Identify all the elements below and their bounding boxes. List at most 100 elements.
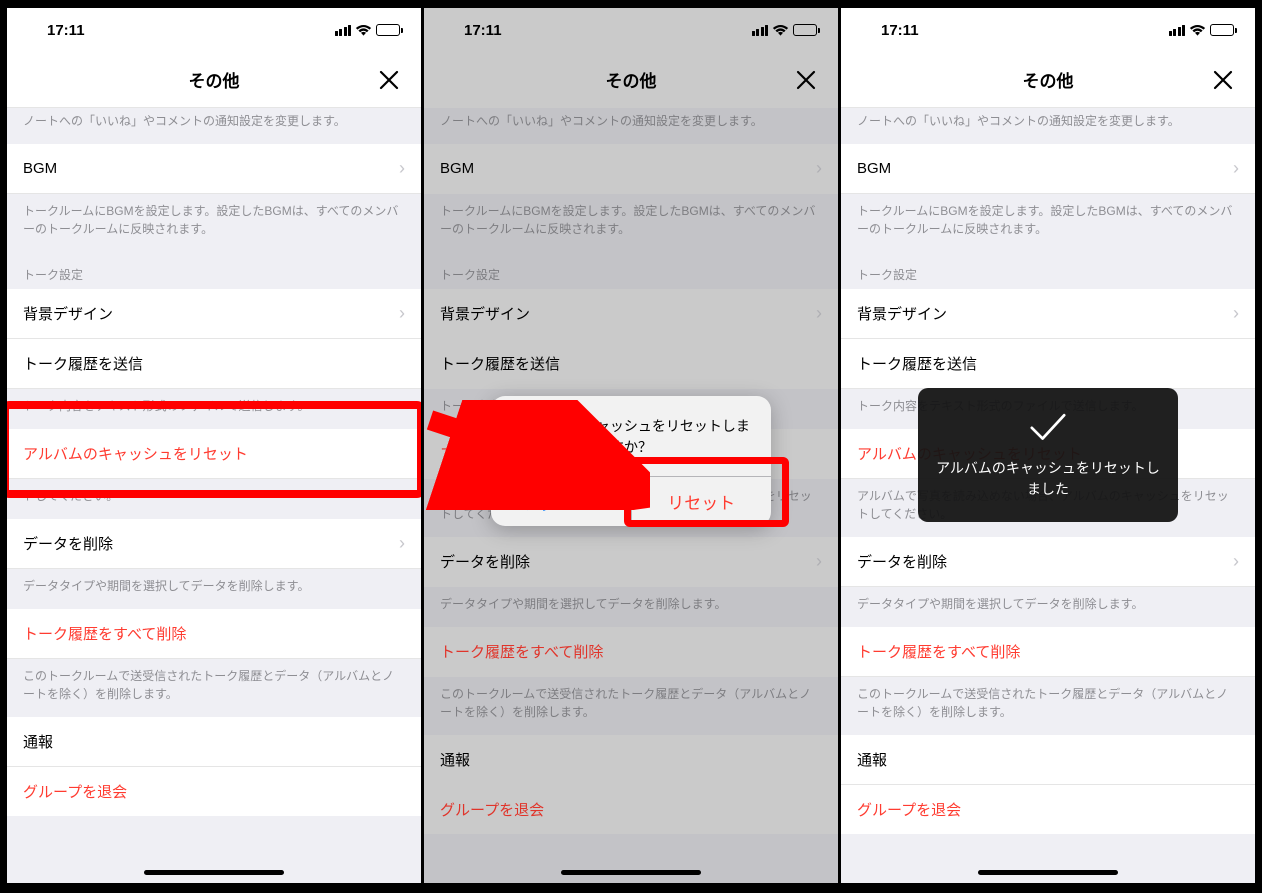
nav-header: その他 <box>7 52 421 108</box>
bgm-row[interactable]: BGM › <box>841 144 1255 194</box>
notes-notification-desc: ノートへの「いいね」やコメントの通知設定を変更します。 <box>841 108 1255 144</box>
close-button[interactable] <box>369 60 409 100</box>
bgm-row[interactable]: BGM › <box>424 144 838 194</box>
delete-data-label: データを削除 <box>23 533 113 554</box>
talk-settings-section: トーク設定 <box>841 252 1255 289</box>
home-indicator <box>561 870 701 875</box>
talk-settings-section: トーク設定 <box>424 252 838 289</box>
background-design-row[interactable]: 背景デザイン › <box>7 289 421 339</box>
battery-icon <box>376 24 403 36</box>
delete-data-label: データを削除 <box>857 551 947 572</box>
close-button[interactable] <box>786 60 826 100</box>
close-icon <box>1212 69 1234 91</box>
chevron-right-icon: › <box>1233 158 1239 179</box>
notes-notification-desc: ノートへの「いいね」やコメントの通知設定を変更します。 <box>424 108 838 144</box>
background-label: 背景デザイン <box>857 303 947 324</box>
report-label: 通報 <box>23 731 53 752</box>
alert-title: アルバムのキャッシュをリセットしますか？ <box>491 396 771 476</box>
phone-screen-2: 17:11 その他 ノートへの「いいね」やコメントの通知設定を変更します。 BG… <box>424 8 838 883</box>
send-history-row[interactable]: トーク履歴を送信 <box>7 339 421 389</box>
confirmation-alert: アルバムのキャッシュをリセットしますか？ キャンセル リセット <box>491 396 771 526</box>
report-row[interactable]: 通報 <box>841 735 1255 785</box>
home-indicator <box>978 870 1118 875</box>
bgm-label: BGM <box>23 160 57 177</box>
delete-all-history-desc: このトークルームで送受信されたトーク履歴とデータ（アルバムとノートを除く）を削除… <box>424 677 838 735</box>
cellular-signal-icon <box>1169 25 1186 36</box>
send-history-label: トーク履歴を送信 <box>440 353 560 374</box>
alert-buttons: キャンセル リセット <box>491 476 771 526</box>
background-design-row[interactable]: 背景デザイン › <box>841 289 1255 339</box>
battery-icon <box>793 24 820 36</box>
wifi-icon <box>355 24 372 37</box>
delete-all-history-row[interactable]: トーク履歴をすべて削除 <box>424 627 838 677</box>
chevron-right-icon: › <box>816 551 822 572</box>
status-time: 17:11 <box>464 22 502 39</box>
bgm-desc: トークルームにBGMを設定します。設定したBGMは、すべてのメンバーのトークルー… <box>841 194 1255 252</box>
nav-header: その他 <box>424 52 838 108</box>
delete-all-history-desc: このトークルームで送受信されたトーク履歴とデータ（アルバムとノートを除く）を削除… <box>841 677 1255 735</box>
delete-all-history-label: トーク履歴をすべて削除 <box>23 623 186 644</box>
cancel-button[interactable]: キャンセル <box>491 477 632 526</box>
delete-data-label: データを削除 <box>440 551 530 572</box>
close-icon <box>378 69 400 91</box>
reset-cache-desc: トしてください。 <box>7 479 421 519</box>
cellular-signal-icon <box>752 25 769 36</box>
delete-all-history-row[interactable]: トーク履歴をすべて削除 <box>7 609 421 659</box>
send-history-row[interactable]: トーク履歴を送信 <box>424 339 838 389</box>
close-icon <box>795 69 817 91</box>
report-label: 通報 <box>440 749 470 770</box>
delete-all-history-desc: このトークルームで送受信されたトーク履歴とデータ（アルバムとノートを除く）を削除… <box>7 659 421 717</box>
background-label: 背景デザイン <box>23 303 113 324</box>
bgm-desc: トークルームにBGMを設定します。設定したBGMは、すべてのメンバーのトークルー… <box>7 194 421 252</box>
bgm-label: BGM <box>857 160 891 177</box>
status-time: 17:11 <box>881 22 919 39</box>
status-icons <box>752 24 821 37</box>
reset-album-cache-row[interactable]: アルバムのキャッシュをリセット <box>7 429 421 479</box>
chevron-right-icon: › <box>816 158 822 179</box>
page-title: その他 <box>606 67 657 92</box>
send-history-desc: トーク内容をテキスト形式のファイルで送信します。 <box>7 389 421 429</box>
delete-data-row[interactable]: データを削除 › <box>841 537 1255 587</box>
cellular-signal-icon <box>335 25 352 36</box>
report-row[interactable]: 通報 <box>424 735 838 785</box>
leave-group-row[interactable]: グループを退会 <box>7 767 421 816</box>
close-button[interactable] <box>1203 60 1243 100</box>
toast-confirmation: アルバムのキャッシュをリセットしました <box>918 388 1178 522</box>
status-bar: 17:11 <box>841 8 1255 52</box>
leave-group-row[interactable]: グループを退会 <box>841 785 1255 834</box>
page-title: その他 <box>1023 67 1074 92</box>
nav-header: その他 <box>841 52 1255 108</box>
bgm-desc: トークルームにBGMを設定します。設定したBGMは、すべてのメンバーのトークルー… <box>424 194 838 252</box>
reset-confirm-button[interactable]: リセット <box>632 477 772 526</box>
chevron-right-icon: › <box>399 533 405 554</box>
chevron-right-icon: › <box>399 303 405 324</box>
battery-icon <box>1210 24 1237 36</box>
talk-settings-section: トーク設定 <box>7 252 421 289</box>
send-history-label: トーク履歴を送信 <box>857 353 977 374</box>
chevron-right-icon: › <box>816 303 822 324</box>
delete-data-desc: データタイプや期間を選択してデータを削除します。 <box>841 587 1255 627</box>
toast-text: アルバムのキャッシュをリセットしました <box>936 458 1160 500</box>
bgm-row[interactable]: BGM › <box>7 144 421 194</box>
reset-cache-label: アルバムのキャッシュをリセット <box>23 443 248 464</box>
send-history-row[interactable]: トーク履歴を送信 <box>841 339 1255 389</box>
wifi-icon <box>1189 24 1206 37</box>
delete-all-history-row[interactable]: トーク履歴をすべて削除 <box>841 627 1255 677</box>
home-indicator <box>144 870 284 875</box>
background-label: 背景デザイン <box>440 303 530 324</box>
background-design-row[interactable]: 背景デザイン › <box>424 289 838 339</box>
delete-all-history-label: トーク履歴をすべて削除 <box>857 641 1020 662</box>
delete-data-desc: データタイプや期間を選択してデータを削除します。 <box>7 569 421 609</box>
status-bar: 17:11 <box>424 8 838 52</box>
status-icons <box>1169 24 1238 37</box>
delete-data-row[interactable]: データを削除 › <box>424 537 838 587</box>
delete-data-row[interactable]: データを削除 › <box>7 519 421 569</box>
delete-all-history-label: トーク履歴をすべて削除 <box>440 641 603 662</box>
status-bar: 17:11 <box>7 8 421 52</box>
chevron-right-icon: › <box>1233 551 1239 572</box>
leave-group-row[interactable]: グループを退会 <box>424 785 838 834</box>
wifi-icon <box>772 24 789 37</box>
leave-group-label: グループを退会 <box>23 781 127 802</box>
status-time: 17:11 <box>47 22 85 39</box>
report-row[interactable]: 通報 <box>7 717 421 767</box>
